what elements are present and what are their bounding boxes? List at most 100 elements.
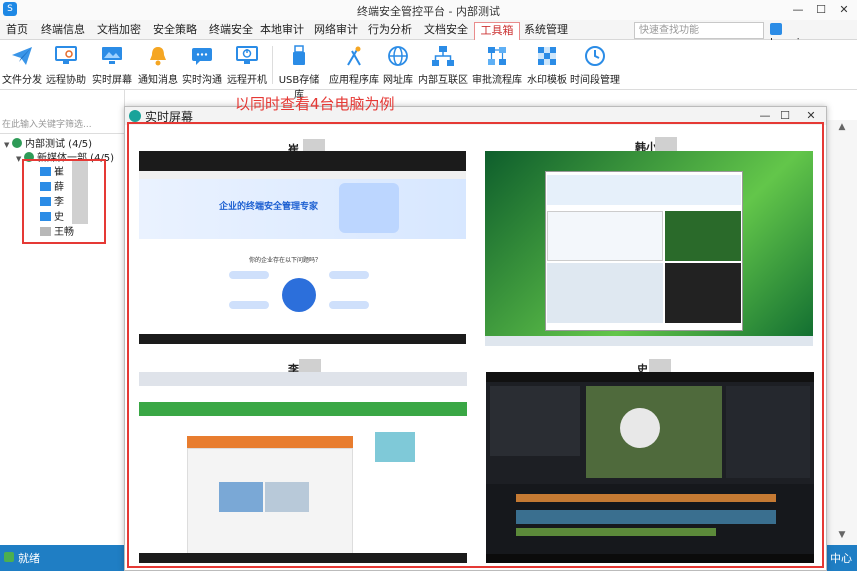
remote-window-pane: [547, 211, 663, 261]
quick-search-input[interactable]: 快速查找功能: [634, 22, 764, 39]
globe-icon: [385, 44, 411, 68]
monitor-icon: [99, 44, 125, 68]
menu-tab-behavior-analysis[interactable]: 行为分析: [368, 22, 412, 40]
menu-tab-terminal-info[interactable]: 终端信息: [38, 22, 88, 40]
menu-tab-terminal-security[interactable]: 终端安全: [206, 22, 256, 40]
tool-remote-poweron-button[interactable]: 远程开机: [225, 42, 269, 88]
remote-window-header: [547, 175, 741, 205]
tool-label: 审批流程库: [472, 75, 522, 86]
tree-root-item[interactable]: ▼ 内部测试 (4/5): [4, 135, 92, 150]
chat-icon: [189, 44, 215, 68]
browser-chrome: [139, 151, 466, 171]
tool-time-period-button[interactable]: 时间段管理: [570, 42, 620, 88]
tool-file-distribute-button[interactable]: 文件分发: [2, 42, 42, 88]
taskbar: [139, 553, 467, 563]
media-library: [490, 386, 580, 456]
timeline-track: [516, 528, 716, 536]
tool-label: 实时屏幕: [92, 75, 132, 86]
tool-watermark-template-button[interactable]: 水印模板: [526, 42, 568, 88]
minimize-button[interactable]: —: [787, 1, 809, 19]
menu-tab-security-policy[interactable]: 安全策略: [150, 22, 200, 40]
tool-url-library-button[interactable]: 网址库: [380, 42, 416, 88]
tool-realtime-chat-button[interactable]: 实时沟通: [180, 42, 224, 88]
title-bar: S 终端安全管控平台 - 内部测试 — ☐ ✕: [0, 0, 857, 20]
maximize-button[interactable]: ☐: [810, 1, 832, 19]
remote-window-pane: [665, 263, 741, 323]
bell-icon: [145, 44, 171, 68]
tool-usb-library-button[interactable]: USB存储库: [274, 42, 324, 101]
clock-icon: [582, 44, 608, 68]
toolbar-divider: [272, 46, 273, 84]
sidebar-image: [375, 432, 415, 462]
tool-label: 通知消息: [138, 75, 178, 86]
tool-approval-flow-button[interactable]: 审批流程库: [470, 42, 524, 88]
avatar: [770, 23, 782, 35]
menu-tab-doc-encrypt[interactable]: 文档加密: [94, 22, 144, 40]
screen-thumbnail-2[interactable]: [485, 151, 813, 346]
banner-text: 企业的终端安全管理专家: [219, 202, 319, 212]
diagram-node: [329, 271, 369, 279]
remote-assist-icon: [53, 44, 79, 68]
diagram-node: [229, 271, 269, 279]
tool-realtime-screen-button[interactable]: 实时屏幕: [90, 42, 134, 88]
properties-panel: [726, 386, 810, 478]
remote-window-pane: [547, 263, 663, 323]
menu-tab-toolbox[interactable]: 工具箱: [474, 22, 520, 40]
close-button[interactable]: ✕: [833, 1, 855, 19]
annotation-text: 以同时查看4台电脑为例: [235, 95, 395, 113]
timeline-track: [516, 494, 776, 502]
window-title: 终端安全管控平台 - 内部测试: [357, 5, 500, 18]
tree-filter-input[interactable]: 在此输入关键字筛选...: [0, 118, 124, 134]
tool-label: 水印模板: [527, 75, 567, 86]
menu-tab-doc-security[interactable]: 文档安全: [422, 22, 470, 40]
question-text: 你的企业存在以下问题吗？: [249, 257, 322, 264]
diagram-center: [282, 278, 316, 312]
editor-header: [187, 436, 353, 448]
tool-label: 远程开机: [227, 75, 267, 86]
terminal-tree-panel: 在此输入关键字筛选... ▼ 内部测试 (4/5) ▼ 新媒体一部 (4/5) 崔 …: [0, 90, 125, 545]
main-scrollbar[interactable]: ▲ ▼: [827, 120, 857, 545]
editor-topbar: [486, 372, 814, 382]
terminal-highlight-box: [22, 159, 106, 244]
tool-label: 内部互联区: [418, 75, 468, 86]
taskbar: [486, 554, 814, 563]
paper-plane-icon: [9, 44, 35, 68]
timeline-track: [516, 510, 776, 524]
taskbar: [139, 334, 466, 344]
scroll-down-icon[interactable]: ▼: [835, 530, 849, 540]
panda-figure: [620, 408, 660, 448]
screen-thumbnail-3[interactable]: [139, 372, 467, 563]
menu-tab-home[interactable]: 首页: [0, 22, 34, 40]
status-text: 就绪: [18, 552, 40, 565]
tool-label: 远程协助: [46, 75, 86, 86]
menu-tab-local-audit[interactable]: 本地审计: [260, 22, 304, 40]
toolbox-ribbon: 文件分发 远程协助 实时屏幕 通知消息 实时沟通 远程开机 USB存储库 应用程…: [0, 40, 857, 101]
approval-flow-icon: [484, 44, 510, 68]
tool-label: 文件分发: [2, 75, 42, 86]
menu-tab-system-manage[interactable]: 系统管理: [524, 22, 568, 40]
site-nav: [139, 171, 466, 179]
diagram-node: [229, 301, 269, 309]
network-icon: [430, 44, 456, 68]
tool-app-library-button[interactable]: 应用程序库: [328, 42, 380, 88]
realtime-screen-dialog: 实时屏幕 — ☐ ✕ 以同时查看4台电脑为例 崔 企业的终端安全管理专家 你的企…: [124, 95, 827, 571]
scroll-up-icon[interactable]: ▲: [835, 122, 849, 132]
browser-chrome: [139, 372, 467, 386]
chevron-down-icon: ▼: [4, 141, 10, 149]
diagram-node: [329, 301, 369, 309]
editor-image: [265, 482, 309, 512]
menu-tab-network-audit[interactable]: 网络审计: [314, 22, 358, 40]
screen-thumbnail-1[interactable]: 企业的终端安全管理专家 你的企业存在以下问题吗？: [139, 151, 466, 344]
remote-window-pane: [665, 211, 741, 261]
tool-label: 应用程序库: [329, 75, 379, 86]
editor-image: [219, 482, 263, 512]
power-monitor-icon: [234, 44, 260, 68]
site-nav: [139, 402, 467, 416]
usb-icon: [286, 44, 312, 68]
app-library-icon: [341, 44, 367, 68]
tool-internal-network-button[interactable]: 内部互联区: [418, 42, 468, 88]
tool-notification-button[interactable]: 通知消息: [136, 42, 180, 88]
screen-thumbnail-4[interactable]: [486, 372, 814, 563]
tool-remote-assist-button[interactable]: 远程协助: [44, 42, 88, 88]
banner-illustration: [339, 183, 399, 233]
